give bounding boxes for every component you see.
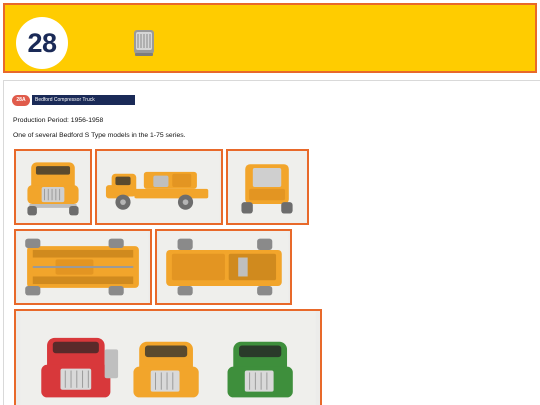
model-number-banner: 28 (3, 3, 537, 73)
truck-grille-icon[interactable] (132, 29, 156, 57)
photo-group-front-view[interactable] (14, 309, 322, 405)
model-code-badge: 28A (12, 94, 30, 106)
truck-side-image (98, 151, 220, 223)
model-name-bar: Bedford Compressor Truck (32, 95, 135, 105)
model-number: 28 (27, 27, 57, 58)
photo-rear-view[interactable] (226, 149, 309, 225)
truck-underside-angled-image (158, 231, 289, 303)
photo-underside-view[interactable] (14, 229, 152, 305)
model-number-circle: 28 (16, 17, 68, 69)
model-header: 28A Bedford Compressor Truck (12, 94, 135, 106)
truck-front-image (16, 151, 90, 223)
photo-side-view[interactable] (95, 149, 223, 225)
production-period: Production Period: 1956-1958 (13, 117, 104, 124)
model-description: One of several Bedford S Type models in … (13, 132, 186, 139)
truck-group-image (20, 311, 316, 405)
photo-front-view[interactable] (14, 149, 92, 225)
truck-underside-image (17, 231, 149, 303)
truck-rear-image (228, 151, 307, 223)
photo-underside-angled-view[interactable] (155, 229, 292, 305)
model-detail-panel: 28A Bedford Compressor Truck Production … (3, 80, 540, 405)
